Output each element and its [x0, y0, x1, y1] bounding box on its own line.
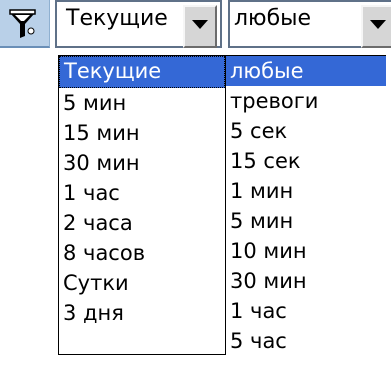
period-option[interactable]: 3 дня [59, 298, 225, 328]
period-option[interactable]: 8 часов [59, 238, 225, 268]
period-option[interactable]: 30 мин [59, 148, 225, 178]
interval-option[interactable]: 5 сек [226, 116, 386, 146]
period-combobox-value: Текущие [66, 6, 168, 31]
interval-combobox-value: любые [234, 6, 312, 31]
period-option[interactable]: 15 мин [59, 118, 225, 148]
interval-combobox[interactable]: любые [228, 0, 391, 48]
period-option[interactable]: 5 мин [59, 88, 225, 118]
period-option[interactable]: 1 час [59, 178, 225, 208]
period-dropdown-list: Текущие 5 мин 15 мин 30 мин 1 час 2 часа 8 час… [58, 55, 226, 355]
filter-button[interactable] [0, 0, 50, 48]
interval-option[interactable]: 15 сек [226, 146, 386, 176]
interval-option[interactable]: тревоги [226, 86, 386, 116]
period-combobox[interactable]: Текущие [55, 0, 222, 48]
period-option[interactable]: Текущие [59, 56, 225, 88]
period-option[interactable]: 2 часа [59, 208, 225, 238]
filter-funnel-icon [9, 9, 36, 38]
interval-option[interactable]: 30 мин [226, 266, 386, 296]
interval-option[interactable]: 10 мин [226, 236, 386, 266]
interval-dropdown-list: любые тревоги 5 сек 15 сек 1 мин 5 мин 10 мин 3… [226, 55, 386, 385]
period-dropdown-arrow-icon[interactable] [183, 5, 217, 48]
interval-option[interactable]: любые [226, 56, 386, 86]
interval-option[interactable]: 1 час [226, 296, 386, 326]
interval-dropdown-arrow-icon[interactable] [361, 5, 391, 48]
interval-option[interactable]: 5 мин [226, 206, 386, 236]
interval-option[interactable]: 5 час [226, 326, 386, 356]
period-option[interactable]: Сутки [59, 268, 225, 298]
interval-option[interactable]: 1 мин [226, 176, 386, 206]
